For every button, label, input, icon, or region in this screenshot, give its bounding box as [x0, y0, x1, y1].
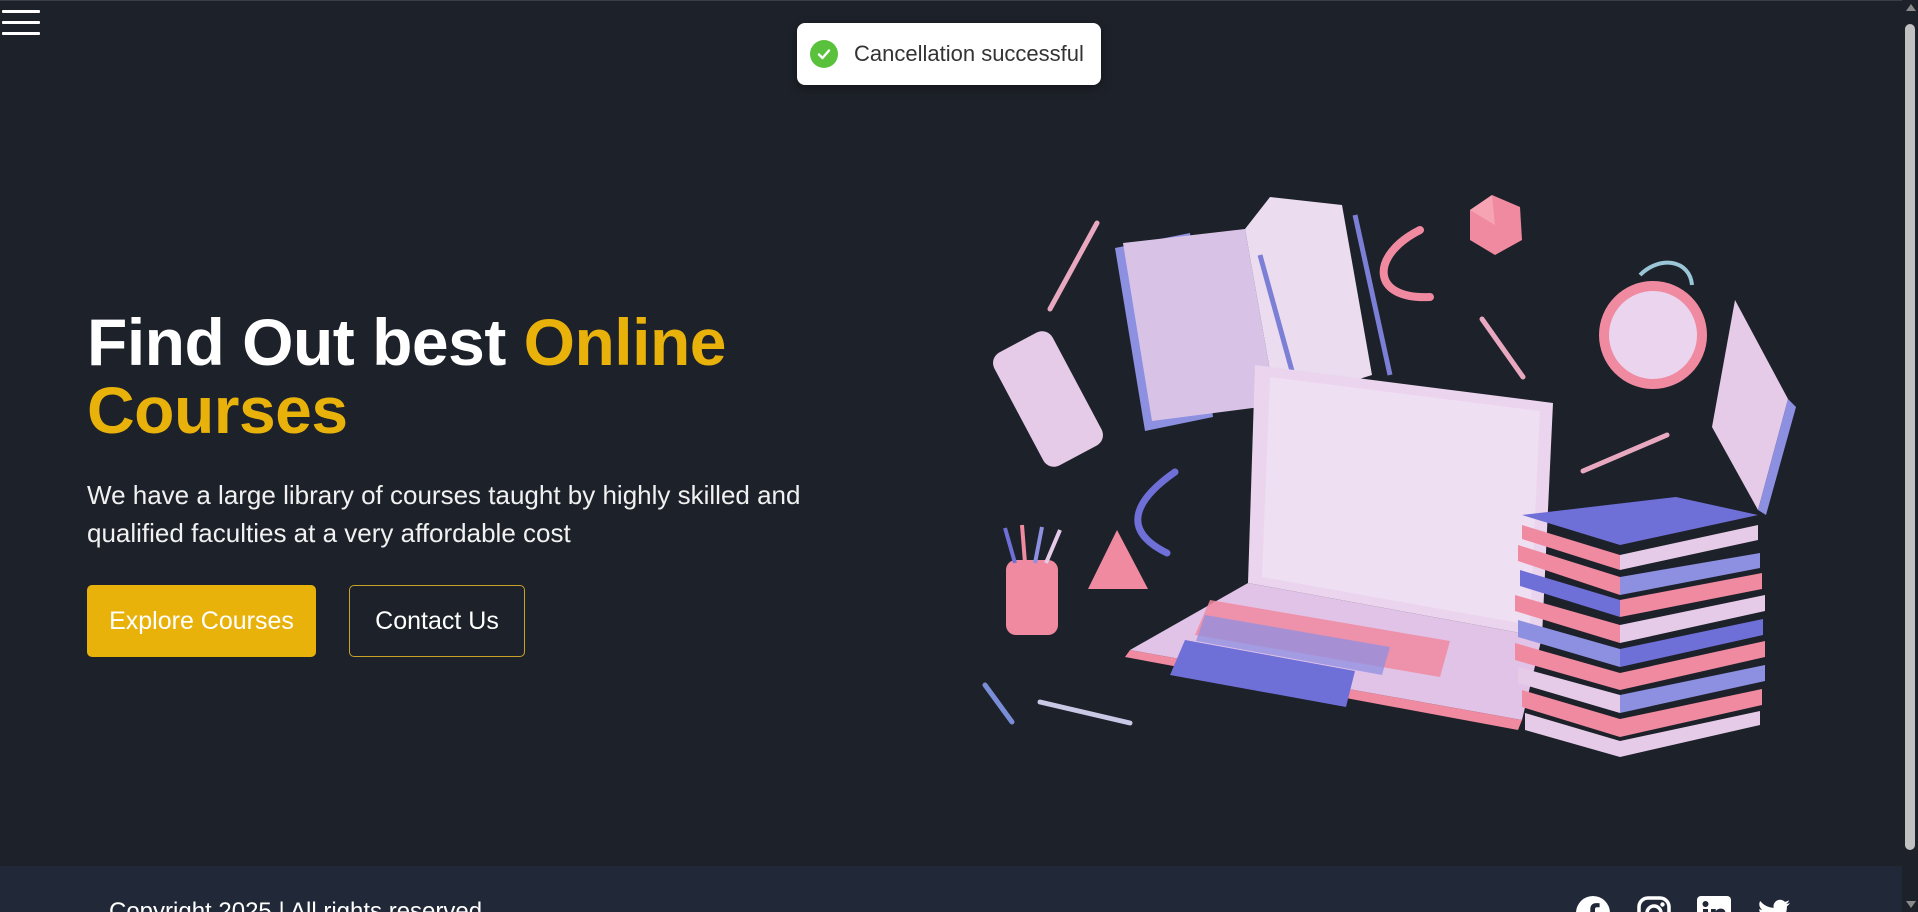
toast-notification: Cancellation successful — [797, 23, 1101, 85]
footer: Copyright 2025 | All rights reserved — [0, 866, 1902, 912]
scroll-down-arrow-icon[interactable] — [1906, 901, 1916, 908]
hero-title-plain: Find Out best — [87, 305, 524, 379]
check-circle-icon — [810, 40, 838, 68]
toast-message: Cancellation successful — [854, 41, 1084, 66]
scroll-up-arrow-icon[interactable] — [1906, 4, 1916, 11]
copyright-text: Copyright 2025 | All rights reserved — [109, 898, 483, 912]
hero-title-accent-2: Courses — [87, 373, 348, 447]
hero-illustration — [982, 195, 1796, 757]
twitter-icon[interactable] — [1757, 896, 1791, 912]
instagram-icon[interactable] — [1637, 896, 1671, 912]
hero-description: We have a large library of courses taugh… — [87, 480, 801, 548]
contact-us-button[interactable]: Contact Us — [349, 585, 525, 657]
vertical-scrollbar[interactable] — [1902, 0, 1918, 912]
hamburger-menu-icon[interactable] — [2, 7, 40, 39]
hero-title-accent: Online — [523, 305, 727, 379]
facebook-icon[interactable] — [1576, 896, 1610, 912]
explore-courses-button[interactable]: Explore Courses — [87, 585, 316, 657]
hero-title: Find Out best Online Courses — [87, 308, 847, 444]
linkedin-icon[interactable] — [1697, 896, 1731, 912]
scrollbar-thumb[interactable] — [1905, 24, 1915, 850]
window-top-border — [0, 0, 1918, 1]
